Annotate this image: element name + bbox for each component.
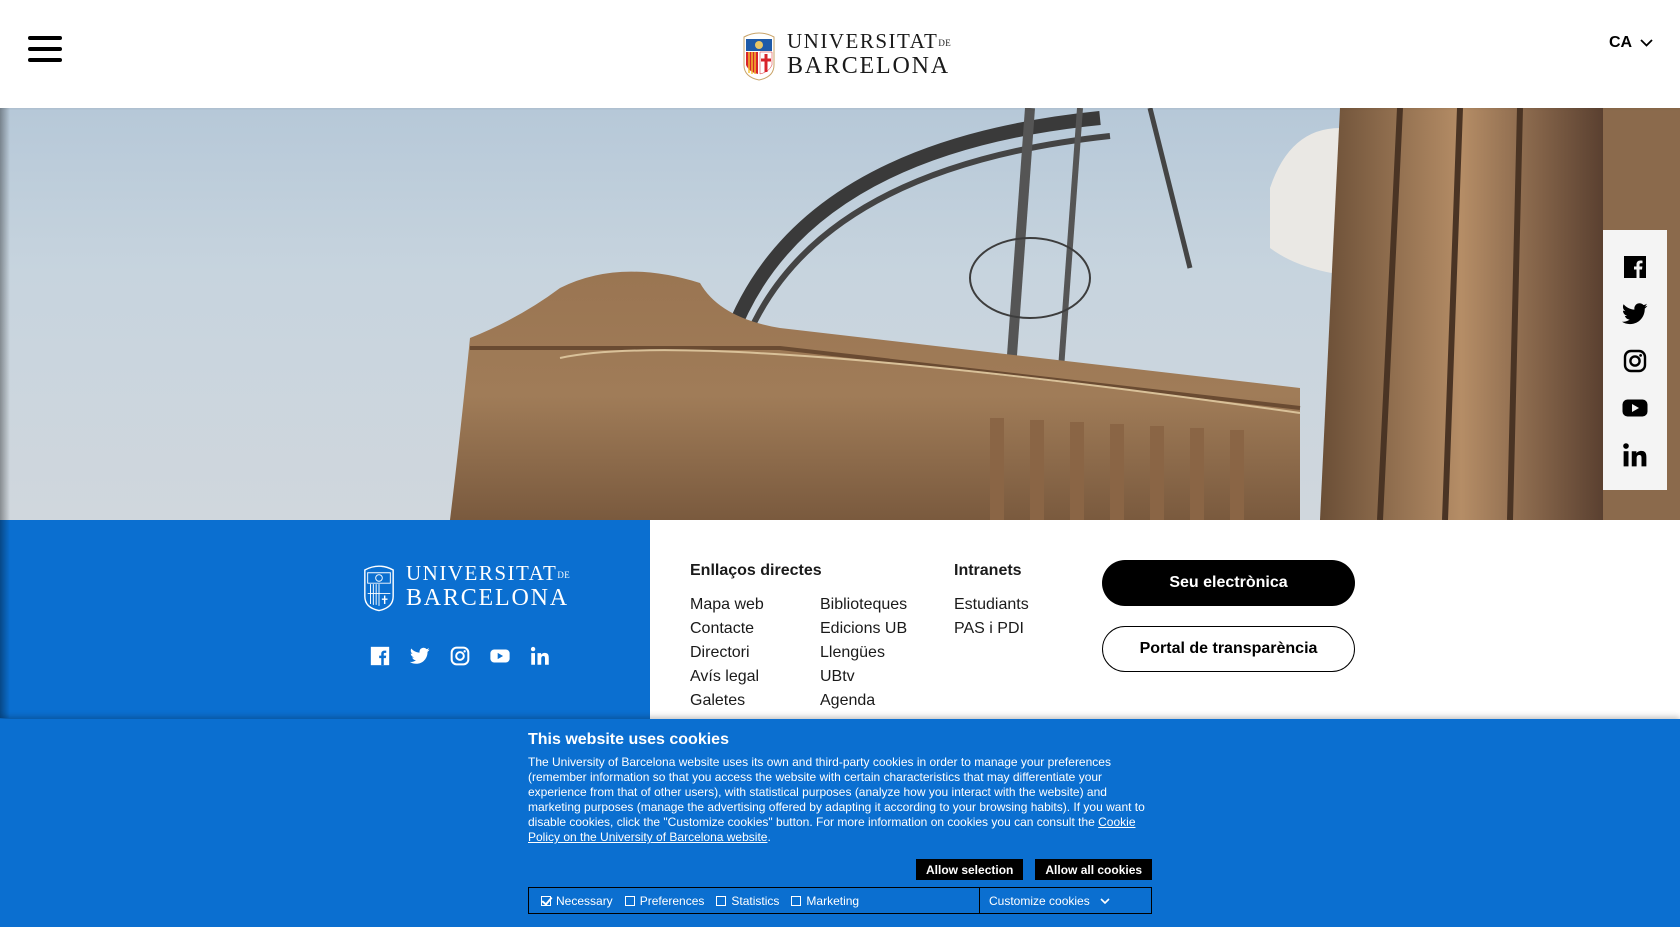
link-galetes[interactable]: Galetes bbox=[690, 692, 820, 710]
instagram-icon[interactable] bbox=[1622, 348, 1648, 374]
youtube-icon[interactable] bbox=[490, 646, 510, 666]
option-statistics[interactable]: Statistics bbox=[716, 894, 779, 908]
cookie-buttons: Allow selection Allow all cookies bbox=[916, 859, 1153, 880]
instagram-icon[interactable] bbox=[450, 646, 470, 666]
ub-shield-icon bbox=[364, 565, 394, 612]
footer-social-links bbox=[370, 646, 550, 666]
logo-line2: Barcelona bbox=[787, 52, 950, 79]
twitter-icon[interactable] bbox=[410, 646, 430, 666]
portal-transparencia-button[interactable]: Portal de transparència bbox=[1102, 626, 1355, 672]
chevron-down-icon bbox=[1640, 39, 1653, 47]
link-contacte[interactable]: Contacte bbox=[690, 620, 820, 638]
hero-image bbox=[0, 108, 1680, 520]
menu-icon[interactable] bbox=[28, 36, 64, 66]
checkbox-necessary[interactable] bbox=[541, 895, 551, 906]
footer-logo[interactable]: Universitatde Barcelona bbox=[362, 560, 570, 612]
footer-logo-line2: Barcelona bbox=[406, 584, 569, 611]
facebook-icon[interactable] bbox=[1622, 254, 1648, 280]
logo-wordmark: Universitatde Barcelona bbox=[787, 28, 952, 79]
option-label: Preferences bbox=[639, 893, 705, 908]
allow-all-cookies-button[interactable]: Allow all cookies bbox=[1035, 859, 1153, 880]
link-directori[interactable]: Directori bbox=[690, 644, 820, 662]
seu-electronica-button[interactable]: Seu electrònica bbox=[1102, 560, 1355, 606]
social-sidebar bbox=[1603, 230, 1667, 490]
cookie-banner: This website uses cookies The University… bbox=[0, 719, 1680, 927]
twitter-icon[interactable] bbox=[1622, 301, 1648, 327]
cookie-content: This website uses cookies The University… bbox=[528, 731, 1152, 845]
checkbox-statistics[interactable] bbox=[716, 895, 727, 906]
option-label: Statistics bbox=[731, 893, 780, 908]
option-label: Marketing bbox=[806, 893, 860, 908]
linkedin-icon[interactable] bbox=[530, 646, 550, 666]
footer-logo-line1: Universitat bbox=[406, 560, 558, 585]
cookie-body: The University of Barcelona website uses… bbox=[528, 755, 1145, 829]
link-edicions-ub[interactable]: Edicions UB bbox=[820, 620, 940, 638]
customize-label: Customize cookies bbox=[989, 893, 1090, 908]
logo-line1: Universitat bbox=[787, 28, 939, 53]
language-label: CA bbox=[1609, 34, 1633, 51]
site-footer: Universitatde Barcelona Enllaços directe… bbox=[0, 520, 1680, 720]
left-shadow bbox=[0, 108, 10, 718]
youtube-icon[interactable] bbox=[1622, 395, 1648, 421]
cookie-period: . bbox=[767, 830, 771, 844]
cookie-options: Necessary Preferences Statistics Marketi… bbox=[528, 887, 1152, 914]
option-necessary[interactable]: Necessary bbox=[541, 894, 613, 908]
option-label: Necessary bbox=[556, 893, 613, 908]
direct-links-list: Mapa web Contacte Directori Avís legal G… bbox=[690, 596, 940, 710]
link-estudiants[interactable]: Estudiants bbox=[954, 596, 1029, 614]
link-ubtv[interactable]: UBtv bbox=[820, 668, 940, 686]
cookie-title: This website uses cookies bbox=[528, 731, 729, 748]
facebook-icon[interactable] bbox=[370, 646, 390, 666]
checkbox-preferences[interactable] bbox=[624, 895, 635, 906]
footer-brand-panel: Universitatde Barcelona bbox=[0, 520, 650, 720]
customize-cookies-button[interactable]: Customize cookies bbox=[979, 888, 1151, 913]
ub-shield-icon bbox=[743, 32, 775, 81]
intranets-column: Intranets Estudiants PAS i PDI bbox=[954, 562, 1029, 638]
intranets-list: Estudiants PAS i PDI bbox=[954, 596, 1029, 638]
hero-photo bbox=[450, 108, 1680, 520]
allow-selection-button[interactable]: Allow selection bbox=[916, 859, 1024, 880]
link-llengues[interactable]: Llengües bbox=[820, 644, 940, 662]
option-preferences[interactable]: Preferences bbox=[624, 893, 705, 908]
chevron-down-icon bbox=[1100, 897, 1110, 904]
site-header: Universitatde Barcelona CA bbox=[0, 0, 1680, 108]
link-mapa-web[interactable]: Mapa web bbox=[690, 596, 820, 614]
language-selector[interactable]: CA bbox=[1609, 34, 1653, 52]
logo-de: de bbox=[938, 37, 952, 48]
direct-links-title: Enllaços directes bbox=[690, 562, 822, 579]
cookie-text: The University of Barcelona website uses… bbox=[528, 755, 1152, 845]
option-marketing[interactable]: Marketing bbox=[791, 894, 859, 908]
link-agenda[interactable]: Agenda bbox=[820, 692, 940, 710]
university-logo[interactable]: Universitatde Barcelona bbox=[741, 26, 951, 82]
linkedin-icon[interactable] bbox=[1622, 442, 1648, 468]
link-avis-legal[interactable]: Avís legal bbox=[690, 668, 820, 686]
checkbox-marketing[interactable] bbox=[791, 895, 802, 906]
direct-links-column: Enllaços directes Mapa web Contacte Dire… bbox=[690, 562, 940, 710]
footer-logo-de: de bbox=[557, 569, 571, 580]
link-biblioteques[interactable]: Biblioteques bbox=[820, 596, 940, 614]
intranets-title: Intranets bbox=[954, 562, 1022, 579]
footer-logo-wordmark: Universitatde Barcelona bbox=[406, 560, 571, 611]
link-pas-pdi[interactable]: PAS i PDI bbox=[954, 620, 1029, 638]
